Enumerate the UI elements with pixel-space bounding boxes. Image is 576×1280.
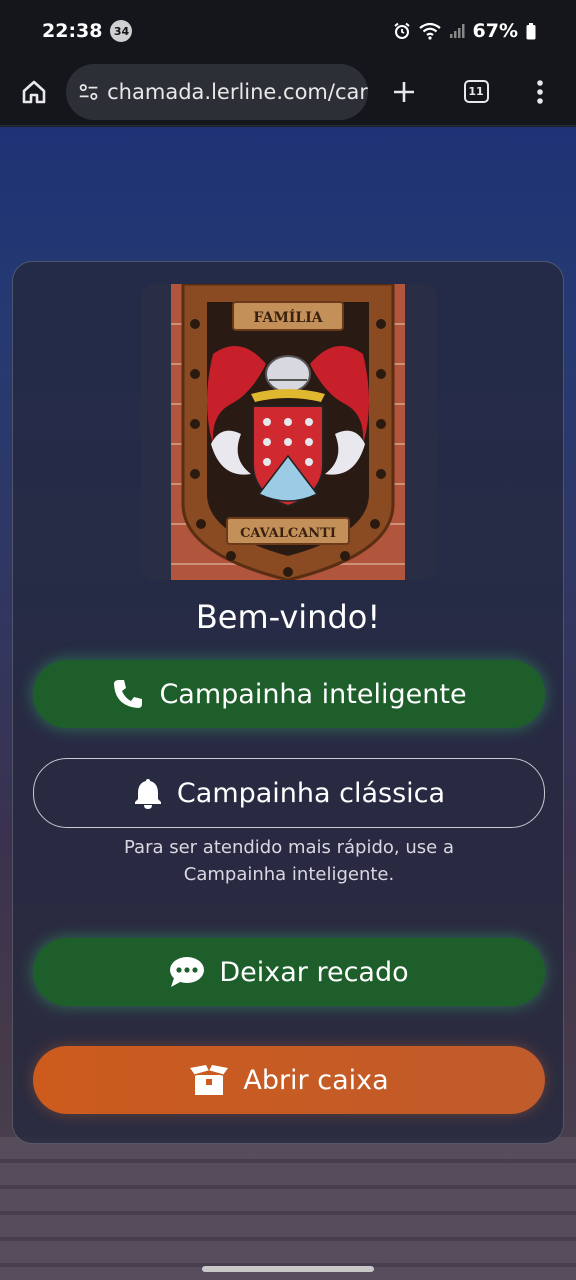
url-text: chamada.lerline.com/car xyxy=(107,79,368,104)
welcome-card: FAMÍLIA CAVALCANTI Bem-vindo! Campainha … xyxy=(12,261,564,1144)
more-vert-icon xyxy=(537,79,543,104)
home-icon xyxy=(22,80,46,103)
open-box-label: Abrir caixa xyxy=(243,1064,389,1096)
crest-top-text: FAMÍLIA xyxy=(253,308,323,326)
phone-icon xyxy=(114,680,143,708)
hint-line-2: Campainha inteligente. xyxy=(183,864,395,885)
bell-icon xyxy=(134,779,161,809)
gesture-bar[interactable] xyxy=(202,1266,374,1272)
alarm-icon xyxy=(393,22,410,39)
classic-doorbell-button[interactable]: Campainha clássica xyxy=(33,758,545,828)
browser-toolbar: chamada.lerline.com/car 11 xyxy=(0,58,576,126)
leave-message-button[interactable]: Deixar recado xyxy=(33,938,545,1006)
smart-doorbell-button[interactable]: Campainha inteligente xyxy=(33,660,545,728)
hint-line-1: Para ser atendido mais rápido, use a xyxy=(124,837,454,858)
status-bar: 22:38 34 67% xyxy=(0,0,576,62)
browser-menu-button[interactable] xyxy=(518,64,562,120)
crest-frame: FAMÍLIA CAVALCANTI xyxy=(141,284,437,580)
crest-bottom-text: CAVALCANTI xyxy=(240,526,336,541)
plus-icon xyxy=(394,81,414,102)
site-settings-icon xyxy=(79,83,98,100)
address-bar[interactable]: chamada.lerline.com/car xyxy=(66,63,368,120)
welcome-heading: Bem-vindo! xyxy=(195,598,381,636)
leave-message-label: Deixar recado xyxy=(219,956,409,988)
family-crest-image: FAMÍLIA CAVALCANTI xyxy=(171,284,405,580)
tab-count: 11 xyxy=(463,80,489,103)
signal-icon xyxy=(449,24,465,38)
notification-badge: 34 xyxy=(110,20,133,42)
new-tab-button[interactable] xyxy=(376,64,432,120)
open-box-icon xyxy=(190,1065,229,1095)
wifi-icon xyxy=(418,22,441,40)
battery-icon xyxy=(526,22,536,39)
chat-bubble-icon xyxy=(170,957,205,987)
smart-doorbell-label: Campainha inteligente xyxy=(159,678,467,710)
clock: 22:38 xyxy=(42,20,103,42)
hint-text: Para ser atendido mais rápido, use a Cam… xyxy=(53,834,525,888)
tab-switcher-button[interactable]: 11 xyxy=(448,64,504,120)
open-box-button[interactable]: Abrir caixa xyxy=(33,1046,545,1114)
battery-percent: 67% xyxy=(472,20,518,42)
classic-doorbell-label: Campainha clássica xyxy=(176,777,446,809)
background-deck xyxy=(0,1137,576,1280)
home-button[interactable] xyxy=(6,64,62,120)
